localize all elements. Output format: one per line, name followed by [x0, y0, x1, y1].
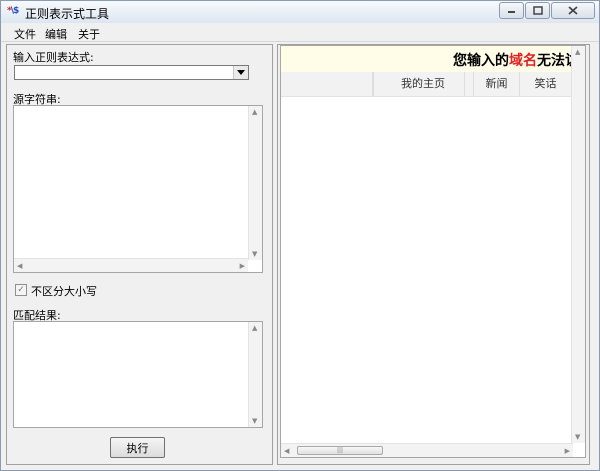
scroll-thumb[interactable]: ||| [297, 446, 383, 455]
menu-edit[interactable]: 编辑 [45, 26, 67, 42]
scroll-right-icon[interactable]: ▶ [240, 262, 245, 270]
browser-hscrollbar[interactable]: ◀ ||| ▶ [281, 443, 573, 457]
nav-item-jokes[interactable]: 笑话 [520, 72, 572, 96]
window-title: 正则表示式工具 [25, 7, 110, 21]
case-insensitive-checkbox[interactable]: ✓ [15, 284, 27, 296]
scroll-down-icon[interactable]: ▼ [252, 417, 257, 425]
app-icon: *\$ [7, 6, 19, 16]
scroll-up-icon[interactable]: ▲ [252, 108, 257, 116]
scroll-right-icon[interactable]: ▶ [565, 447, 570, 455]
nav-item-blank [281, 72, 373, 96]
scroll-down-icon[interactable]: ▼ [575, 433, 580, 441]
maximize-icon [532, 6, 543, 15]
browser-vscrollbar[interactable]: ▲ ▼ [571, 46, 585, 443]
case-insensitive-label: 不区分大小写 [31, 285, 97, 298]
regex-label: 输入正则表达式: [13, 51, 94, 64]
banner-text: 您输入的域名无法访问 [453, 53, 573, 69]
maximize-button[interactable] [525, 2, 550, 19]
dropdown-button[interactable] [233, 66, 248, 79]
nav-bar: 我的主页 新闻 笑话 [281, 72, 573, 97]
menu-about[interactable]: 关于 [78, 26, 100, 42]
scroll-up-icon[interactable]: ▲ [575, 48, 580, 56]
close-icon [568, 6, 578, 15]
run-button[interactable]: 执行 [110, 437, 165, 458]
minimize-button[interactable] [499, 2, 524, 19]
result-textarea[interactable]: ▲ ▼ [13, 321, 263, 428]
chevron-down-icon [237, 70, 245, 75]
nav-item-news[interactable]: 新闻 [474, 72, 520, 96]
caption-buttons [498, 2, 595, 19]
title-bar[interactable]: *\$ 正则表示式工具 [1, 1, 599, 23]
scroll-down-icon[interactable]: ▼ [252, 250, 257, 258]
minimize-icon [508, 10, 515, 13]
error-banner: 您输入的域名无法访问 [281, 46, 573, 72]
app-window: *\$ 正则表示式工具 文件 编辑 关于 输入正则表达式: 源字符串: ▲ ▼ [0, 0, 600, 471]
scroll-left-icon[interactable]: ◀ [17, 262, 22, 270]
close-button[interactable] [551, 2, 595, 19]
source-vscrollbar[interactable]: ▲ ▼ [248, 106, 262, 260]
menu-file[interactable]: 文件 [14, 26, 36, 42]
checkmark-icon: ✓ [17, 285, 25, 295]
scroll-left-icon[interactable]: ◀ [284, 447, 289, 455]
result-vscrollbar[interactable]: ▲ ▼ [248, 322, 262, 427]
scroll-up-icon[interactable]: ▲ [252, 324, 257, 332]
menu-bar: 文件 编辑 关于 [1, 23, 599, 42]
web-browser-view[interactable]: 您输入的域名无法访问 我的主页 新闻 笑话 ▲ ▼ ◀ ||| ▶ [280, 45, 586, 458]
source-hscrollbar[interactable]: ◀ ▶ [14, 258, 248, 272]
source-textarea[interactable]: ▲ ▼ ◀ ▶ [13, 105, 263, 273]
regex-combobox[interactable] [14, 65, 249, 80]
